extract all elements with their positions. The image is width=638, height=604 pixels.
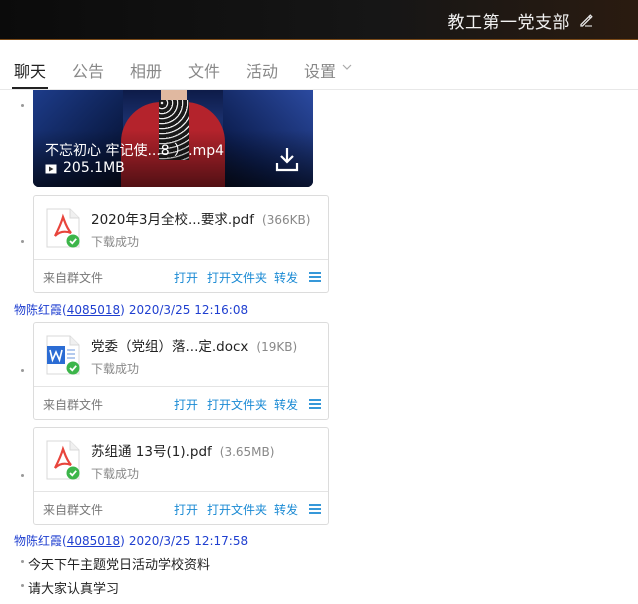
forward-link[interactable]: 转发: [274, 396, 298, 413]
open-link[interactable]: 打开: [174, 501, 198, 518]
divider: [34, 386, 328, 387]
tab-activities[interactable]: 活动: [246, 58, 278, 82]
message-sender: 物陈红霞(4085018) 2020/3/25 12:16:08: [14, 303, 249, 317]
forward-link[interactable]: 转发: [274, 269, 298, 286]
chevron-down-icon[interactable]: [342, 62, 352, 72]
pdf-file-icon: [46, 208, 80, 248]
tab-album[interactable]: 相册: [130, 58, 162, 82]
sender-name[interactable]: 物陈红霞: [14, 303, 62, 317]
menu-icon[interactable]: [309, 272, 321, 282]
divider: [34, 259, 328, 260]
file-source: 来自群文件: [43, 503, 104, 517]
open-folder-link[interactable]: 打开文件夹: [207, 501, 267, 518]
text-message: 请大家认真学习: [28, 582, 120, 597]
bullet: [21, 474, 24, 477]
tab-bar: 聊天 公告 相册 文件 活动 设置: [0, 39, 638, 90]
tab-chat[interactable]: 聊天: [14, 58, 46, 82]
download-status: 下载成功: [91, 235, 140, 249]
file-card[interactable]: 党委（党组）落...定.docx (19KB) 下载成功 来自群文件 打开 打开文…: [33, 322, 329, 420]
file-name: 2020年3月全校...要求.pdf (366KB): [91, 212, 311, 228]
pdf-file-icon: [46, 440, 80, 480]
video-name: 不忘初心 牢记使...8 ）.mp4: [45, 143, 225, 159]
bullet: [21, 104, 24, 107]
file-name: 党委（党组）落...定.docx (19KB): [91, 339, 298, 355]
edit-icon[interactable]: [578, 12, 594, 28]
open-folder-link[interactable]: 打开文件夹: [207, 269, 267, 286]
text-message: 今天下午主题党日活动学校资料: [28, 558, 211, 573]
video-size: 205.1MB: [63, 160, 125, 176]
video-message[interactable]: 不忘初心 牢记使...8 ）.mp4 205.1MB: [33, 90, 313, 187]
sender-name[interactable]: 物陈红霞: [14, 534, 62, 548]
message-sender: 物陈红霞(4085018) 2020/3/25 12:17:58: [14, 534, 249, 548]
tab-files[interactable]: 文件: [188, 58, 220, 82]
download-status: 下载成功: [91, 467, 140, 481]
download-icon[interactable]: [275, 146, 299, 172]
title-bar: 教工第一党支部: [0, 0, 638, 40]
file-source: 来自群文件: [43, 398, 104, 412]
tab-announcements[interactable]: 公告: [72, 58, 104, 82]
bullet: [21, 369, 24, 372]
sender-id[interactable]: 4085018: [67, 303, 120, 317]
forward-link[interactable]: 转发: [274, 501, 298, 518]
message-timestamp: 2020/3/25 12:17:58: [128, 534, 249, 548]
file-size: (3.65MB): [219, 445, 275, 459]
bullet: [21, 560, 24, 563]
file-size: (366KB): [262, 213, 311, 227]
chat-area[interactable]: 不忘初心 牢记使...8 ）.mp4 205.1MB 2020年3月全校...要…: [0, 90, 638, 604]
file-card[interactable]: 2020年3月全校...要求.pdf (366KB) 下载成功 来自群文件 打开 …: [33, 195, 329, 293]
word-file-icon: [46, 335, 80, 375]
menu-icon[interactable]: [309, 504, 321, 514]
file-size: (19KB): [256, 340, 298, 354]
open-folder-link[interactable]: 打开文件夹: [207, 396, 267, 413]
menu-icon[interactable]: [309, 399, 321, 409]
open-link[interactable]: 打开: [174, 396, 198, 413]
group-title: 教工第一党支部: [447, 13, 570, 33]
bullet: [21, 584, 24, 587]
bullet: [21, 240, 24, 243]
file-card[interactable]: 苏组通 13号(1).pdf (3.65MB) 下载成功 来自群文件 打开 打开文…: [33, 427, 329, 525]
open-link[interactable]: 打开: [174, 269, 198, 286]
sender-id[interactable]: 4085018: [67, 534, 120, 548]
download-status: 下载成功: [91, 362, 140, 376]
play-icon: [45, 164, 57, 174]
file-source: 来自群文件: [43, 271, 104, 285]
tab-settings[interactable]: 设置: [304, 58, 336, 82]
divider: [34, 491, 328, 492]
message-timestamp: 2020/3/25 12:16:08: [128, 303, 249, 317]
file-name: 苏组通 13号(1).pdf (3.65MB): [91, 444, 275, 460]
active-tab-indicator: [12, 87, 48, 89]
